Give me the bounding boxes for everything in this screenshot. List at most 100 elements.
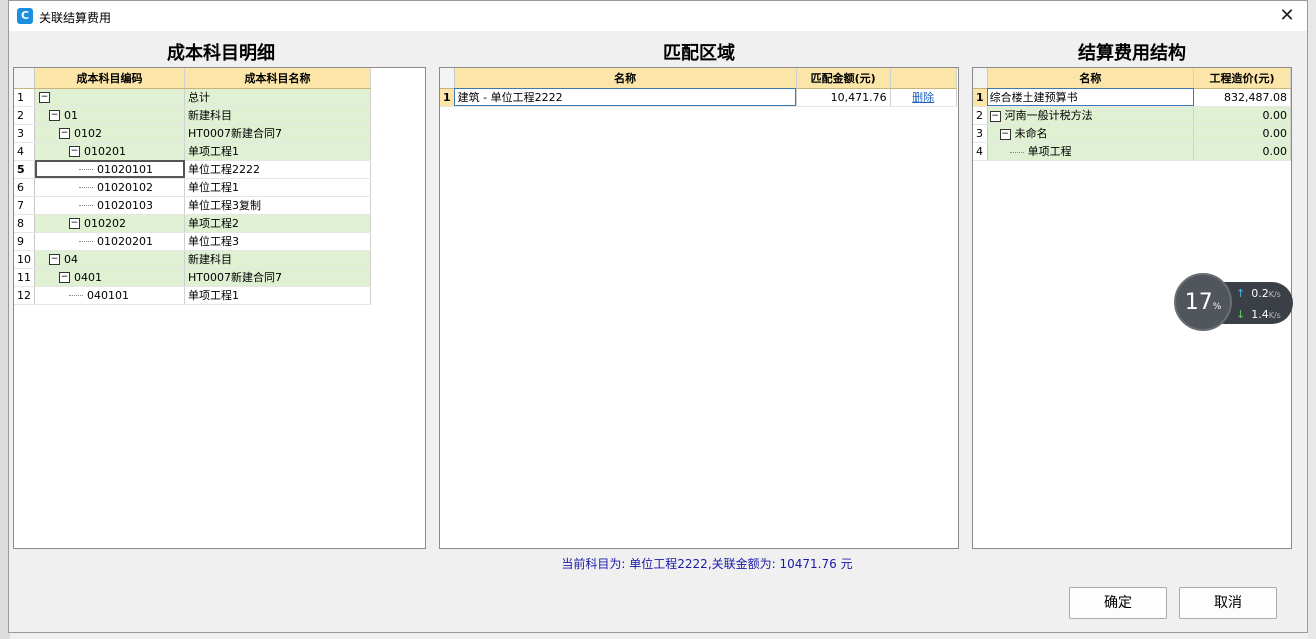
- subject-code-cell[interactable]: −0401: [34, 268, 185, 287]
- subject-code: 01020201: [97, 234, 153, 248]
- subject-code: 04: [64, 252, 78, 266]
- tree-row[interactable]: 1− 总计: [14, 88, 371, 107]
- tree-row[interactable]: 2−01 新建科目: [14, 106, 371, 125]
- subject-code-cell[interactable]: 01020201: [34, 232, 185, 251]
- column-header-cost[interactable]: 工程造价(元): [1193, 68, 1291, 89]
- structure-name-cell[interactable]: − 河南一般计税方法: [987, 106, 1195, 125]
- collapse-icon[interactable]: −: [39, 92, 50, 103]
- tree-row[interactable]: 1 综合楼土建预算书 832,487.08: [973, 88, 1291, 107]
- structure-cost-cell[interactable]: 832,487.08: [1193, 88, 1291, 107]
- cost-subject-grid: 成本科目编码 成本科目名称 1− 总计 2−01 新建科目 3−0102 HT0007新建…: [14, 68, 371, 305]
- status-text: 当前科目为: 单位工程2222,关联金额为: 10471.76 元: [561, 557, 853, 571]
- subject-code-cell[interactable]: −: [34, 88, 185, 107]
- tree-row[interactable]: 8−010202 单项工程2: [14, 214, 371, 233]
- settlement-structure-grid: 名称 工程造价(元) 1 综合楼土建预算书 832,487.08 2− 河南一般计税方法…: [973, 68, 1291, 161]
- match-area-panel: 名称 匹配金额(元) 1 建筑 - 单位工程2222 10,471.76 删除: [439, 67, 959, 549]
- window-title: 关联结算费用: [39, 11, 112, 25]
- collapse-icon[interactable]: −: [49, 254, 60, 265]
- subject-code-cell[interactable]: −010201: [34, 142, 185, 161]
- subject-code-cell[interactable]: 01020103: [34, 196, 185, 215]
- confirm-button[interactable]: 确定: [1069, 587, 1167, 619]
- row-number: 5: [14, 160, 35, 179]
- tree-row[interactable]: 9 01020201 单位工程3: [14, 232, 371, 251]
- structure-cost-cell[interactable]: 0.00: [1193, 142, 1291, 161]
- performance-monitor-widget[interactable]: ↑ 0.2K/s ↓ 1.4K/s 17%: [1174, 273, 1294, 333]
- cpu-percent-gauge: 17%: [1174, 273, 1232, 331]
- row-number: 6: [14, 178, 35, 197]
- tree-row[interactable]: 3−0102 HT0007新建合同7: [14, 124, 371, 143]
- download-speed: ↓ 1.4K/s: [1236, 308, 1281, 321]
- row-number: 12: [14, 286, 35, 305]
- subject-code-cell[interactable]: −01: [34, 106, 185, 125]
- subject-name-cell[interactable]: 新建科目: [184, 250, 371, 269]
- tree-row[interactable]: 7 01020103 单位工程3复制: [14, 196, 371, 215]
- column-header-name[interactable]: 成本科目名称: [184, 68, 371, 89]
- cancel-button[interactable]: 取消: [1179, 587, 1277, 619]
- close-button[interactable]: ✕: [1275, 5, 1299, 27]
- subject-code-cell[interactable]: 01020102: [34, 178, 185, 197]
- tree-line-icon: [79, 169, 93, 170]
- subject-name-cell[interactable]: 新建科目: [184, 106, 371, 125]
- row-number: 2: [973, 106, 988, 125]
- subject-name-cell[interactable]: 单位工程1: [184, 178, 371, 197]
- collapse-icon[interactable]: −: [49, 110, 60, 121]
- collapse-icon[interactable]: −: [59, 272, 70, 283]
- tree-row[interactable]: 12 040101 单项工程1: [14, 286, 371, 305]
- upload-arrow-icon: ↑: [1236, 287, 1246, 300]
- subject-code: 01020102: [97, 180, 153, 194]
- tree-line-icon: [1009, 151, 1024, 153]
- column-header-name[interactable]: 名称: [454, 68, 797, 89]
- tree-row[interactable]: 11−0401 HT0007新建合同7: [14, 268, 371, 287]
- tree-row[interactable]: 4 单项工程 0.00: [973, 142, 1291, 161]
- row-number-header: [440, 68, 455, 89]
- subject-code-cell[interactable]: −04: [34, 250, 185, 269]
- table-row[interactable]: 1 建筑 - 单位工程2222 10,471.76 删除: [440, 88, 957, 107]
- structure-name-cell[interactable]: 综合楼土建预算书: [987, 88, 1195, 107]
- subject-name-cell[interactable]: 总计: [184, 88, 371, 107]
- tree-row[interactable]: 6 01020102 单位工程1: [14, 178, 371, 197]
- subject-code-cell[interactable]: 040101: [34, 286, 185, 305]
- structure-cost-cell[interactable]: 0.00: [1193, 106, 1291, 125]
- left-panel-title: 成本科目明细: [167, 43, 275, 64]
- subject-name-cell[interactable]: 单项工程2: [184, 214, 371, 233]
- subject-code: 010202: [84, 216, 126, 230]
- collapse-icon[interactable]: −: [989, 110, 1001, 122]
- structure-name-cell[interactable]: − 未命名: [987, 124, 1195, 143]
- collapse-icon[interactable]: −: [69, 146, 80, 157]
- tree-line-icon: [79, 241, 93, 242]
- subject-code-cell[interactable]: −0102: [34, 124, 185, 143]
- collapse-icon[interactable]: −: [59, 128, 70, 139]
- subject-code-cell[interactable]: 01020101: [34, 160, 185, 179]
- subject-name-cell[interactable]: 单位工程3: [184, 232, 371, 251]
- subject-code: 0102: [74, 126, 102, 140]
- subject-name-cell[interactable]: 单位工程2222: [184, 160, 371, 179]
- tree-row[interactable]: 3− 未命名 0.00: [973, 124, 1291, 143]
- match-name-cell[interactable]: 建筑 - 单位工程2222: [454, 88, 797, 107]
- column-header-code[interactable]: 成本科目编码: [34, 68, 185, 89]
- right-panel-title: 结算费用结构: [1078, 43, 1186, 64]
- subject-code: 0401: [74, 270, 102, 284]
- tree-row[interactable]: 4−010201 单项工程1: [14, 142, 371, 161]
- tree-row[interactable]: 2− 河南一般计税方法 0.00: [973, 106, 1291, 125]
- subject-name-cell[interactable]: 单位工程3复制: [184, 196, 371, 215]
- subject-code: 040101: [87, 288, 129, 302]
- match-amount-cell[interactable]: 10,471.76: [796, 88, 891, 107]
- column-header-amount[interactable]: 匹配金额(元): [796, 68, 891, 89]
- subject-name-cell[interactable]: 单项工程1: [184, 286, 371, 305]
- structure-cost-cell[interactable]: 0.00: [1193, 124, 1291, 143]
- structure-name-cell[interactable]: 单项工程: [987, 142, 1195, 161]
- delete-link[interactable]: 删除: [912, 91, 934, 104]
- tree-row[interactable]: 5 01020101 单位工程2222: [14, 160, 371, 179]
- subject-name-cell[interactable]: HT0007新建合同7: [184, 124, 371, 143]
- subject-code: 01020101: [97, 162, 153, 176]
- match-area-grid: 名称 匹配金额(元) 1 建筑 - 单位工程2222 10,471.76 删除: [440, 68, 957, 107]
- subject-code-cell[interactable]: −010202: [34, 214, 185, 233]
- subject-name-cell[interactable]: HT0007新建合同7: [184, 268, 371, 287]
- subject-name-cell[interactable]: 单项工程1: [184, 142, 371, 161]
- tree-line-icon: [69, 295, 83, 296]
- tree-row[interactable]: 10−04 新建科目: [14, 250, 371, 269]
- structure-name: 综合楼土建预算书: [989, 91, 1078, 104]
- collapse-icon[interactable]: −: [69, 218, 80, 229]
- collapse-icon[interactable]: −: [999, 128, 1011, 140]
- column-header-name[interactable]: 名称: [987, 68, 1195, 89]
